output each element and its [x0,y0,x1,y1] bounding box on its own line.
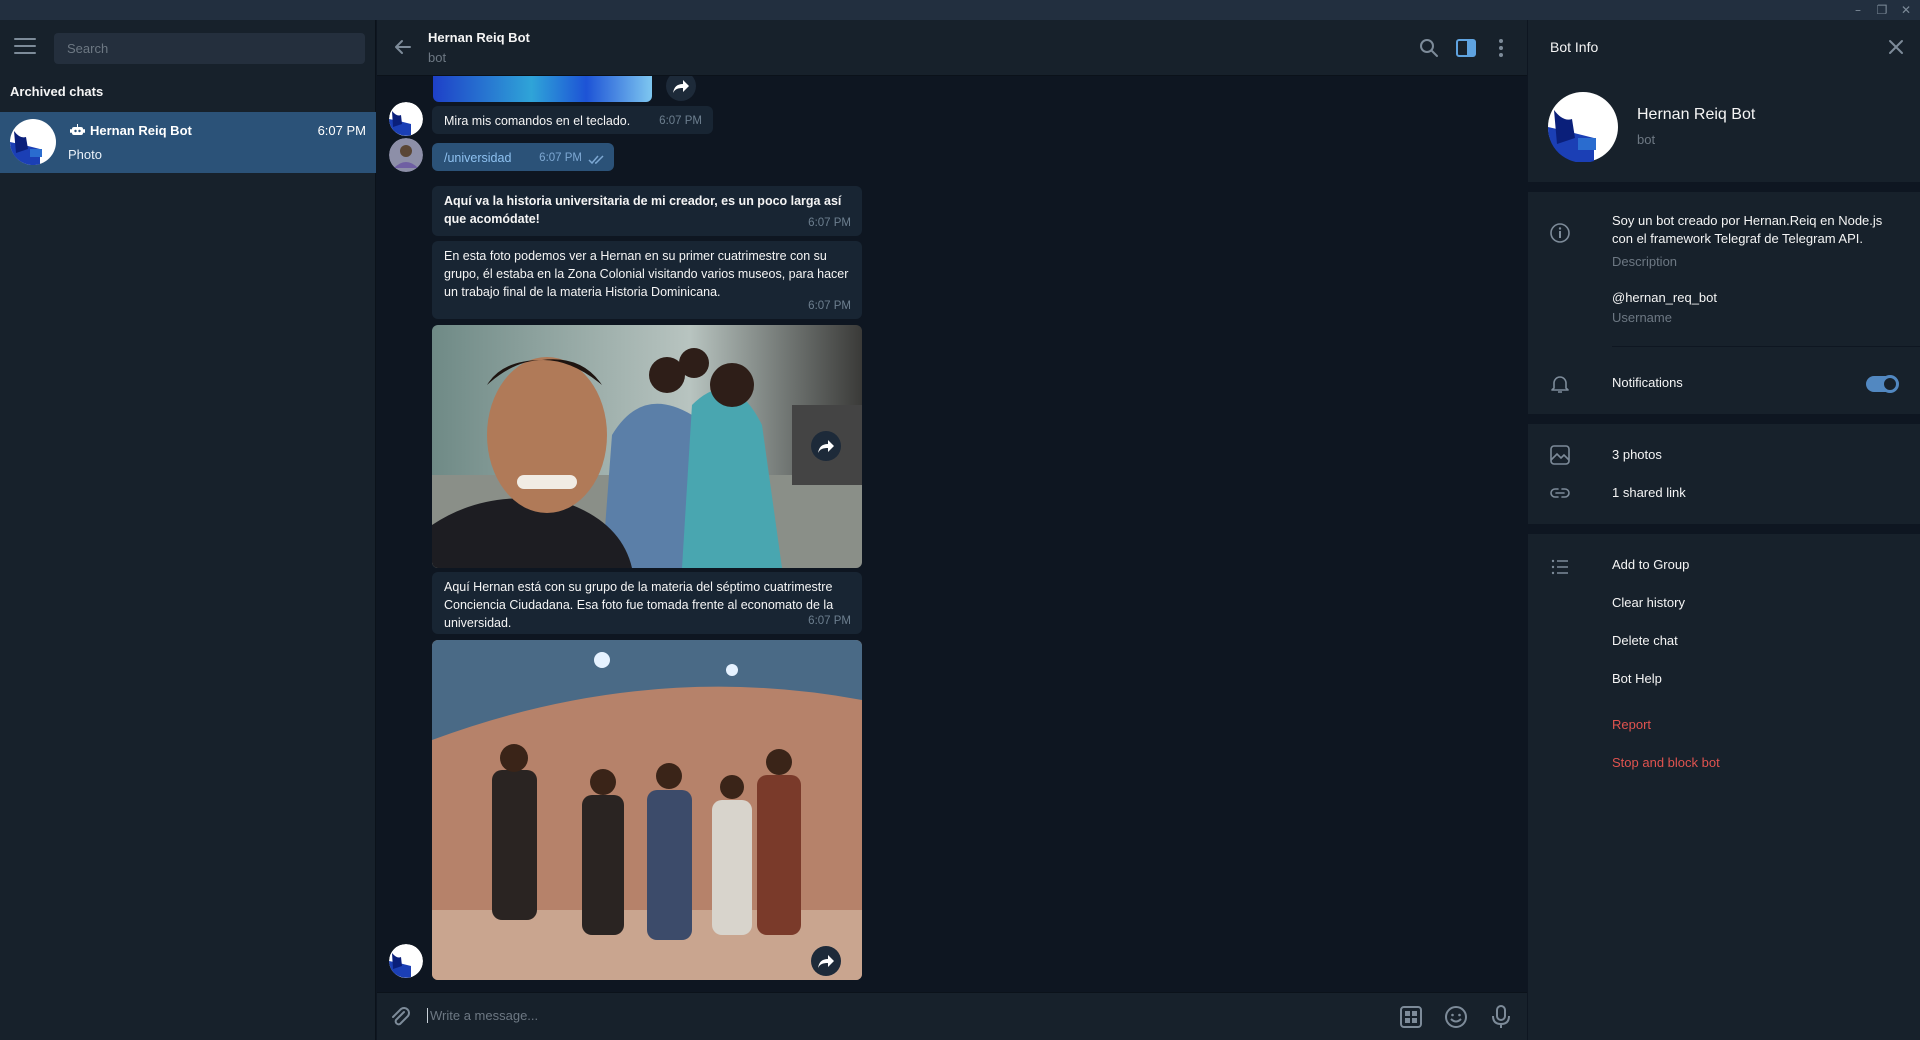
message-time: 6:07 PM [808,217,851,229]
panel-title: Bot Info [1550,39,1599,55]
bot-username[interactable]: @hernan_req_bot [1612,289,1717,307]
message-text: Mira mis comandos en el teclado. [444,114,631,128]
double-check-icon [588,155,604,165]
delete-chat-button[interactable]: Delete chat [1612,632,1678,650]
message-composer: Write a message... [377,992,1527,1040]
bot-avatar-small[interactable] [389,944,423,978]
chat-preview: Photo [68,147,102,162]
report-button[interactable]: Report [1612,716,1651,734]
message-input[interactable]: Write a message... [427,1008,538,1023]
bot-icon [70,124,85,135]
description-label: Description [1612,254,1678,269]
chat-time: 6:07 PM [317,123,366,138]
bell-icon [1551,376,1569,393]
emoji-icon[interactable] [1443,1004,1469,1030]
profile-status: bot [1637,132,1656,147]
message-text: En esta foto podemos ver a Hernan en su … [444,249,849,299]
bot-profile-avatar[interactable] [1548,92,1618,162]
add-to-group-button[interactable]: Add to Group [1612,556,1689,574]
command-link[interactable]: /universidad [444,151,511,165]
forward-button[interactable] [811,431,841,461]
search-icon[interactable] [1417,36,1441,60]
sidebar: Search Archived chats Hernan Reiq Bot 6:… [0,20,376,1040]
sidebar-header: Search [0,20,376,76]
back-arrow-icon[interactable] [393,37,413,57]
bot-avatar-image [389,944,423,978]
message-photo[interactable] [432,325,862,568]
microphone-icon[interactable] [1488,1004,1514,1030]
forward-button[interactable] [811,946,841,976]
attach-icon[interactable] [387,1004,413,1030]
info-icon [1550,223,1570,243]
notifications-label: Notifications [1612,375,1683,390]
search-input[interactable]: Search [54,33,365,64]
forward-icon [818,440,834,453]
bot-avatar-image [389,102,423,136]
close-window-icon[interactable]: ✕ [1894,1,1918,19]
photo-icon [1550,445,1570,465]
message-time: 6:07 PM [659,115,702,127]
message-time: 6:07 PM [808,300,851,312]
user-avatar-image [389,138,423,172]
message-time: 6:07 PM [808,615,851,627]
user-avatar[interactable] [389,138,423,172]
bot-description: Soy un bot creado por Hernan.Reiq en Nod… [1612,213,1883,246]
message-bubble-outgoing[interactable]: /universidad 6:07 PM [432,143,614,171]
close-icon[interactable] [1886,37,1906,57]
message-bubble[interactable]: Mira mis comandos en el teclado. 6:07 PM [432,106,713,134]
link-icon [1550,488,1570,498]
forward-icon [818,955,834,968]
username-label: Username [1612,310,1672,325]
message-bubble[interactable]: Aquí Hernan está con su grupo de la mate… [432,572,862,634]
section-divider [1528,524,1920,534]
notifications-toggle[interactable] [1866,375,1899,393]
chat-name: Hernan Reiq Bot [90,123,192,138]
message-bubble[interactable]: En esta foto podemos ver a Hernan en su … [432,241,862,319]
message-photo[interactable] [432,640,862,980]
section-divider [1528,414,1920,424]
chat-status: bot [428,50,447,65]
sidebar-toggle-icon[interactable] [1454,36,1478,60]
list-icon [1551,559,1568,575]
bot-keyboard-icon[interactable] [1398,1004,1424,1030]
chat-area: Hernan Reiq Bot bot Mira mis comandos en… [377,20,1527,1040]
section-divider [1528,182,1920,192]
shared-links[interactable]: 1 shared link [1612,484,1686,502]
message-time: 6:07 PM [539,152,582,164]
hamburger-menu-icon[interactable] [14,38,36,58]
message-text: Aquí Hernan está con su grupo de la mate… [444,580,834,630]
chat-title[interactable]: Hernan Reiq Bot [428,30,530,45]
stop-block-bot-button[interactable]: Stop and block bot [1612,754,1720,772]
minimize-icon[interactable]: – [1846,1,1870,19]
clear-history-button[interactable]: Clear history [1612,594,1685,612]
bot-avatar [10,119,56,165]
bot-help-button[interactable]: Bot Help [1612,670,1662,688]
message-text: Aquí va la historia universitaria de mi … [444,194,842,226]
chat-header: Hernan Reiq Bot bot [377,20,1527,76]
restore-icon[interactable]: ❐ [1870,1,1894,19]
archived-chats-title: Archived chats [10,84,104,99]
profile-name: Hernan Reiq Bot [1637,106,1756,123]
window-titlebar: – ❐ ✕ [0,0,1920,20]
message-list[interactable]: Mira mis comandos en el teclado. 6:07 PM… [377,68,1527,996]
bot-avatar-small[interactable] [389,102,423,136]
message-bubble[interactable]: Aquí va la historia universitaria de mi … [432,186,862,236]
chat-list-item[interactable]: Hernan Reiq Bot 6:07 PM Photo [0,112,376,173]
more-vertical-icon[interactable] [1489,36,1513,60]
bot-info-panel: Bot Info Hernan Reiq Bot bot Soy un bot … [1528,20,1920,1040]
shared-photos[interactable]: 3 photos [1612,446,1662,464]
divider-line [1612,346,1920,347]
